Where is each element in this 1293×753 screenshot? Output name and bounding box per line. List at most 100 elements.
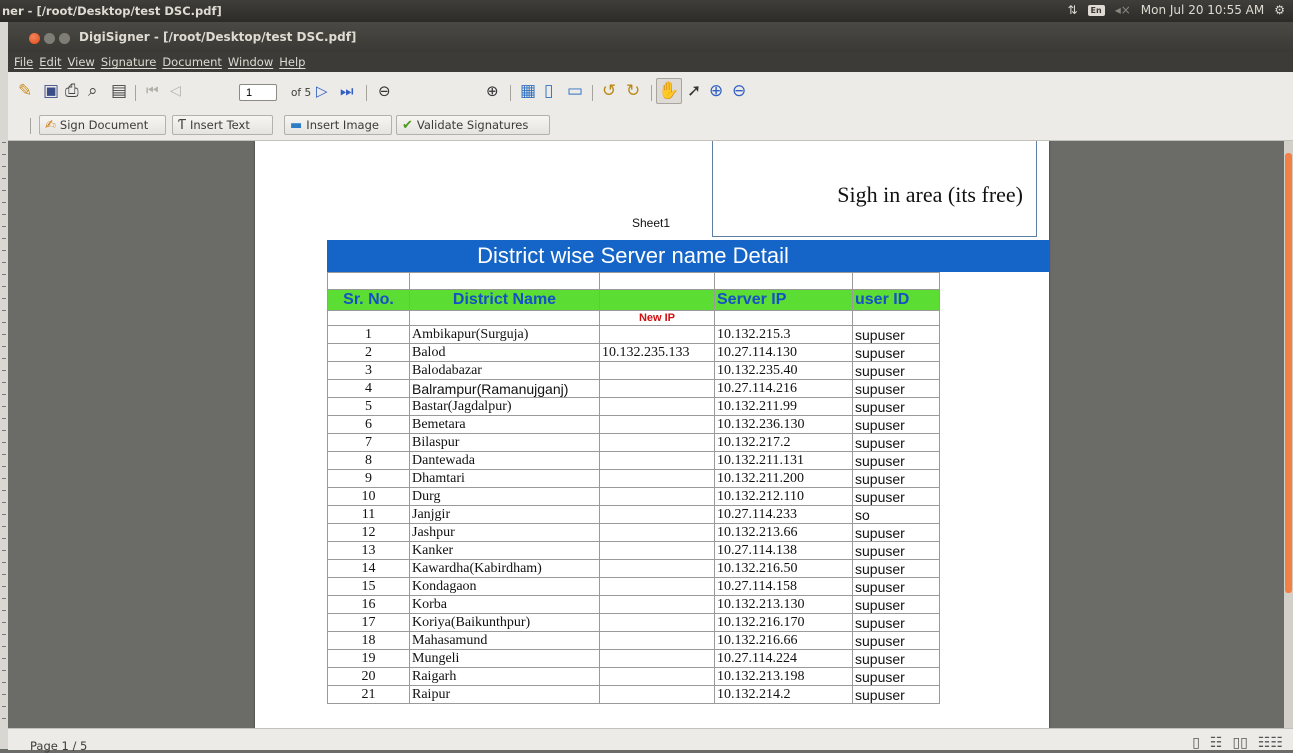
- page-number-input[interactable]: [239, 84, 277, 101]
- insert-text-label: Insert Text: [189, 118, 250, 132]
- cell-district-name: Kanker: [409, 541, 600, 560]
- pen-icon: ✍: [45, 117, 56, 133]
- volume-icon[interactable]: ◂×: [1115, 3, 1131, 17]
- cell-sr-no: 17: [327, 613, 410, 632]
- cell-new-ip: [599, 649, 715, 668]
- toolbar-separator: [510, 85, 511, 101]
- cell-server-ip: 10.132.236.130: [714, 415, 853, 434]
- menu-file[interactable]: File: [14, 55, 33, 69]
- table-row: 5 Bastar(Jagdalpur) 10.132.211.99 supuser: [327, 397, 940, 416]
- cell-sr-no: 19: [327, 649, 410, 668]
- menu-view[interactable]: View: [68, 55, 95, 69]
- open-icon[interactable]: ✎: [18, 81, 32, 101]
- sign-document-button[interactable]: ✍ Sign Document: [39, 115, 166, 135]
- cell-user-id: supuser: [852, 343, 940, 362]
- signature-field[interactable]: Sigh in area (its free): [712, 141, 1037, 237]
- pdf-page[interactable]: Sigh in area (its free) Sheet1 District …: [255, 141, 1049, 728]
- keyboard-layout-indicator[interactable]: En: [1087, 4, 1105, 16]
- print-preview-icon[interactable]: ⌕: [88, 81, 98, 101]
- cell-user-id: supuser: [852, 577, 940, 596]
- table-row: 12 Jashpur 10.132.213.66 supuser: [327, 523, 940, 542]
- next-page-icon[interactable]: ▷: [316, 81, 328, 101]
- maximize-window-button[interactable]: [59, 33, 70, 44]
- cell-user-id: supuser: [852, 559, 940, 578]
- header-user-id: user ID: [852, 289, 940, 311]
- cell-user-id: supuser: [852, 325, 940, 344]
- table-row: 14 Kawardha(Kabirdham) 10.132.216.50 supuse…: [327, 559, 940, 578]
- ruler-tick: [2, 142, 6, 143]
- cell-sr-no: 16: [327, 595, 410, 614]
- select-tool-icon[interactable]: ➚: [687, 81, 701, 101]
- cell-new-ip: [599, 685, 715, 704]
- cell-district-name: Raigarh: [409, 667, 600, 686]
- ruler-tick: [2, 334, 6, 335]
- menu-window[interactable]: Window: [228, 55, 273, 69]
- zoom-out-circle-icon[interactable]: ⊖: [378, 81, 391, 101]
- cell-server-ip: 10.132.213.198: [714, 667, 853, 686]
- table-row: 3 Balodabazar 10.132.235.40 supuser: [327, 361, 940, 380]
- insert-image-label: Insert Image: [306, 118, 379, 132]
- cell-district-name: Dhamtari: [409, 469, 600, 488]
- network-icon[interactable]: ⇅: [1067, 3, 1077, 17]
- fit-visible-icon[interactable]: ▭: [567, 81, 583, 101]
- insert-text-button[interactable]: Ƭ Insert Text: [172, 115, 273, 135]
- cell-sr-no: 3: [327, 361, 410, 380]
- fit-width-icon[interactable]: ▯: [544, 81, 553, 101]
- cell-district-name: Balodabazar: [409, 361, 600, 380]
- settings-gear-icon[interactable]: ⚙: [1274, 3, 1285, 17]
- server-table: Sr. No. District Name Server IP user ID …: [327, 272, 940, 704]
- print-icon[interactable]: ⎙: [65, 81, 79, 101]
- cell-server-ip: 10.27.114.158: [714, 577, 853, 596]
- ruler-tick: [2, 670, 6, 671]
- cell-district-name: Bastar(Jagdalpur): [409, 397, 600, 416]
- ruler-tick: [2, 694, 6, 695]
- cell-new-ip: [599, 667, 715, 686]
- vertical-scrollbar[interactable]: [1284, 141, 1293, 728]
- cell-new-ip: [599, 631, 715, 650]
- menu-edit[interactable]: Edit: [39, 55, 61, 69]
- ruler-tick: [2, 454, 6, 455]
- ruler-tick: [2, 646, 6, 647]
- hand-tool-icon[interactable]: ✋: [656, 78, 682, 104]
- zoom-in-circle-icon[interactable]: ⊕: [486, 81, 499, 101]
- cell-user-id: supuser: [852, 451, 940, 470]
- cell-district-name: Dantewada: [409, 451, 600, 470]
- menu-document[interactable]: Document: [162, 55, 222, 69]
- minimize-window-button[interactable]: [44, 33, 55, 44]
- insert-image-button[interactable]: ▬ Insert Image: [284, 115, 392, 135]
- table-row: 15 Kondagaon 10.27.114.158 supuser: [327, 577, 940, 596]
- rotate-right-icon[interactable]: ↻: [626, 81, 640, 101]
- cell-sr-no: 8: [327, 451, 410, 470]
- table-row: 17 Koriya(Baikunthpur) 10.132.216.170 supus…: [327, 613, 940, 632]
- cell-sr-no: 5: [327, 397, 410, 416]
- document-viewer[interactable]: Sigh in area (its free) Sheet1 District …: [8, 141, 1284, 728]
- ruler-tick: [2, 202, 6, 203]
- cell-user-id: supuser: [852, 649, 940, 668]
- save-icon[interactable]: ▣: [43, 81, 59, 101]
- text-cursor-icon: Ƭ: [178, 117, 186, 133]
- close-window-button[interactable]: [29, 33, 40, 44]
- clock[interactable]: Mon Jul 20 10:55 AM: [1141, 3, 1264, 17]
- ruler-tick: [2, 358, 6, 359]
- fit-page-icon[interactable]: ▦: [520, 81, 536, 101]
- ruler-tick: [2, 190, 6, 191]
- cell-new-ip: [599, 433, 715, 452]
- zoom-out-icon[interactable]: ⊖: [732, 81, 746, 101]
- cell-sr-no: 10: [327, 487, 410, 506]
- properties-icon[interactable]: ▤: [111, 81, 127, 101]
- zoom-in-icon[interactable]: ⊕: [709, 81, 723, 101]
- ruler-tick: [2, 610, 6, 611]
- ruler-tick: [2, 502, 6, 503]
- table-title: District wise Server name Detail: [477, 243, 789, 268]
- scrollbar-thumb[interactable]: [1285, 153, 1292, 593]
- menu-signature[interactable]: Signature: [101, 55, 156, 69]
- menu-help[interactable]: Help: [279, 55, 305, 69]
- toolbar-separator: [366, 85, 367, 101]
- validate-signatures-button[interactable]: ✔ Validate Signatures: [396, 115, 550, 135]
- previous-page-icon[interactable]: ◁: [170, 81, 181, 101]
- rotate-left-icon[interactable]: ↺: [602, 81, 616, 101]
- last-page-icon[interactable]: ⏭: [340, 81, 354, 101]
- first-page-icon[interactable]: ⏮: [146, 81, 159, 101]
- cell-sr-no: 7: [327, 433, 410, 452]
- sheet-label: Sheet1: [632, 216, 671, 230]
